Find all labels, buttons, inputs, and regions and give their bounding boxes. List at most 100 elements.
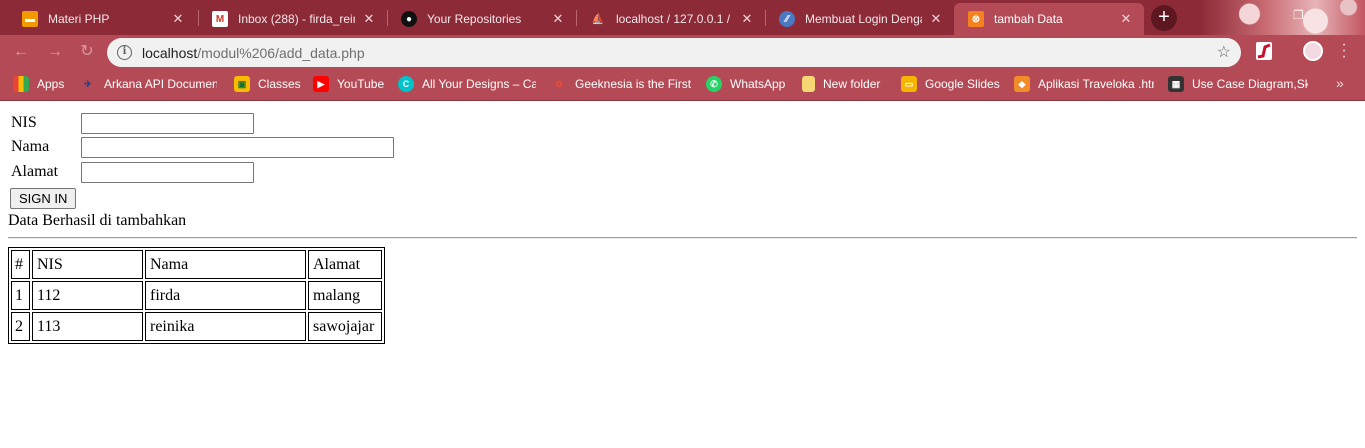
back-arrow-icon[interactable]: ← bbox=[12, 43, 30, 61]
bookmark-label: YouTube bbox=[337, 77, 385, 91]
bookmark-label: Arkana API Documen bbox=[104, 77, 217, 91]
gmail-icon: M bbox=[212, 11, 228, 27]
bookmark-geeknesia[interactable]: ✿ Geeknesia is the First bbox=[551, 76, 691, 92]
url-host: localhost bbox=[142, 45, 198, 61]
tab-title: Membuat Login Dengan bbox=[805, 12, 922, 26]
tab-your-repositories[interactable]: ● Your Repositories ✕ bbox=[387, 3, 576, 35]
reload-icon[interactable]: ↻ bbox=[78, 43, 96, 61]
cell-nama: firda bbox=[145, 281, 306, 310]
web-icon: ⁄⁄ bbox=[779, 11, 795, 27]
alamat-label: Alamat bbox=[11, 163, 59, 180]
github-icon: ● bbox=[401, 11, 417, 27]
forward-arrow-icon[interactable]: → bbox=[46, 43, 64, 61]
bookmark-label: New folder bbox=[823, 77, 881, 91]
tab-strip: ▬ Materi PHP ✕ M Inbox (288) - firda_rei… bbox=[0, 0, 1365, 35]
address-bar[interactable]: i localhost/modul%206/add_data.php ☆ bbox=[107, 38, 1241, 67]
cell-nis: 113 bbox=[32, 312, 143, 341]
browser-toolbar: ← → ↻ i localhost/modul%206/add_data.php… bbox=[0, 35, 1365, 69]
bookmark-star-icon[interactable]: ☆ bbox=[1217, 42, 1231, 62]
html-file-icon: ◆ bbox=[1014, 76, 1030, 92]
cell-nis: 112 bbox=[32, 281, 143, 310]
diagram-icon: ▦ bbox=[1168, 76, 1184, 92]
page-content: NIS Nama Alamat SIGN IN Data Berhasil di… bbox=[0, 102, 1365, 448]
google-slides-icon: ▭ bbox=[901, 76, 917, 92]
bookmark-label: All Your Designs – Ca bbox=[422, 77, 536, 91]
slides-icon: ▬ bbox=[22, 11, 38, 27]
status-message: Data Berhasil di tambahkan bbox=[8, 212, 187, 229]
bookmark-traveloka[interactable]: ◆ Aplikasi Traveloka .htm bbox=[1014, 76, 1154, 92]
bookmark-label: Aplikasi Traveloka .htm bbox=[1038, 77, 1154, 91]
classroom-icon: ▣ bbox=[234, 76, 250, 92]
info-icon[interactable]: i bbox=[117, 45, 132, 60]
header-cell-nama: Nama bbox=[145, 250, 306, 279]
cell-nama: reinika bbox=[145, 312, 306, 341]
table-row: 2 113 reinika sawojajar bbox=[11, 312, 382, 341]
close-icon[interactable]: ✕ bbox=[928, 11, 944, 27]
xampp-icon: ⊗ bbox=[968, 11, 984, 27]
divider bbox=[8, 237, 1357, 239]
tab-materi-php[interactable]: ▬ Materi PHP ✕ bbox=[8, 3, 196, 35]
bookmarks-overflow-icon[interactable]: » bbox=[1336, 75, 1344, 91]
bookmark-label: Classes bbox=[258, 77, 301, 91]
url-path: /modul%206/add_data.php bbox=[197, 45, 365, 61]
table-header-row: # NIS Nama Alamat bbox=[11, 250, 382, 279]
bookmark-use-case[interactable]: ▦ Use Case Diagram,Sk bbox=[1168, 76, 1308, 92]
bookmark-label: Google Slides bbox=[925, 77, 1000, 91]
header-cell-alamat: Alamat bbox=[308, 250, 382, 279]
close-icon[interactable]: ✕ bbox=[361, 11, 377, 27]
close-icon[interactable]: ✕ bbox=[1118, 11, 1134, 27]
nama-label: Nama bbox=[11, 138, 50, 155]
bookmark-label: WhatsApp bbox=[730, 77, 786, 91]
bookmarks-bar: Apps ✈ Arkana API Documen ▣ Classes ▶ Yo… bbox=[0, 69, 1365, 101]
flash-extension-icon[interactable] bbox=[1255, 41, 1273, 61]
tab-title: Materi PHP bbox=[48, 12, 110, 26]
whatsapp-icon: ✆ bbox=[706, 76, 722, 92]
tab-title: Your Repositories bbox=[427, 12, 522, 26]
cell-alamat: sawojajar bbox=[308, 312, 382, 341]
bookmark-whatsapp[interactable]: ✆ WhatsApp bbox=[706, 76, 791, 92]
tab-tambah-data[interactable]: ⊗ tambah Data ✕ bbox=[954, 3, 1144, 35]
nis-input[interactable] bbox=[81, 113, 254, 134]
bookmark-label: Use Case Diagram,Sk bbox=[1192, 77, 1308, 91]
tab-title: Inbox (288) - firda_reini bbox=[238, 12, 355, 26]
tab-phpmyadmin[interactable]: ⛵ localhost / 127.0.0.1 / d ✕ bbox=[576, 3, 765, 35]
table-row: 1 112 firda malang bbox=[11, 281, 382, 310]
apps-grid-icon bbox=[13, 76, 29, 92]
menu-dots-icon[interactable]: · · · bbox=[1340, 37, 1348, 65]
alamat-input[interactable] bbox=[81, 162, 254, 183]
profile-avatar[interactable] bbox=[1303, 41, 1323, 61]
url-text[interactable]: localhost/modul%206/add_data.php bbox=[142, 45, 365, 61]
tab-membuat-login[interactable]: ⁄⁄ Membuat Login Dengan ✕ bbox=[765, 3, 954, 35]
close-icon[interactable]: ✕ bbox=[550, 11, 566, 27]
bookmark-canva[interactable]: C All Your Designs – Ca bbox=[398, 76, 536, 92]
header-cell-number: # bbox=[11, 250, 30, 279]
bookmark-apps[interactable]: Apps bbox=[13, 76, 73, 92]
header-cell-nis: NIS bbox=[32, 250, 143, 279]
data-table: # NIS Nama Alamat 1 112 firda malang 2 1… bbox=[8, 247, 385, 344]
new-tab-button[interactable]: + bbox=[1151, 5, 1177, 31]
cell-alamat: malang bbox=[308, 281, 382, 310]
bookmark-google-slides[interactable]: ▭ Google Slides bbox=[901, 76, 1006, 92]
nis-label: NIS bbox=[11, 114, 37, 131]
theme-decoration bbox=[1200, 0, 1365, 35]
close-icon[interactable]: ✕ bbox=[739, 11, 755, 27]
phpmyadmin-icon: ⛵ bbox=[591, 13, 605, 25]
canva-icon: C bbox=[398, 76, 414, 92]
sign-in-button[interactable]: SIGN IN bbox=[10, 188, 77, 209]
nama-input[interactable] bbox=[81, 137, 394, 158]
bookmark-label: Geeknesia is the First bbox=[575, 77, 691, 91]
tab-title: localhost / 127.0.0.1 / d bbox=[616, 12, 733, 26]
folder-icon bbox=[802, 76, 815, 92]
bookmark-new-folder[interactable]: New folder bbox=[802, 76, 892, 92]
tab-inbox[interactable]: M Inbox (288) - firda_reini ✕ bbox=[198, 3, 387, 35]
bookmark-classes[interactable]: ▣ Classes bbox=[234, 76, 304, 92]
bookmark-arkana[interactable]: ✈ Arkana API Documen bbox=[80, 76, 217, 92]
geeknesia-icon: ✿ bbox=[555, 78, 563, 89]
bookmark-label: Apps bbox=[37, 77, 65, 91]
tab-title: tambah Data bbox=[994, 12, 1063, 26]
close-icon[interactable]: ✕ bbox=[170, 11, 186, 27]
youtube-icon: ▶ bbox=[313, 76, 329, 92]
arkana-icon: ✈ bbox=[84, 78, 92, 89]
bookmark-youtube[interactable]: ▶ YouTube bbox=[313, 76, 388, 92]
restore-icon[interactable]: ❐ bbox=[1293, 8, 1304, 22]
